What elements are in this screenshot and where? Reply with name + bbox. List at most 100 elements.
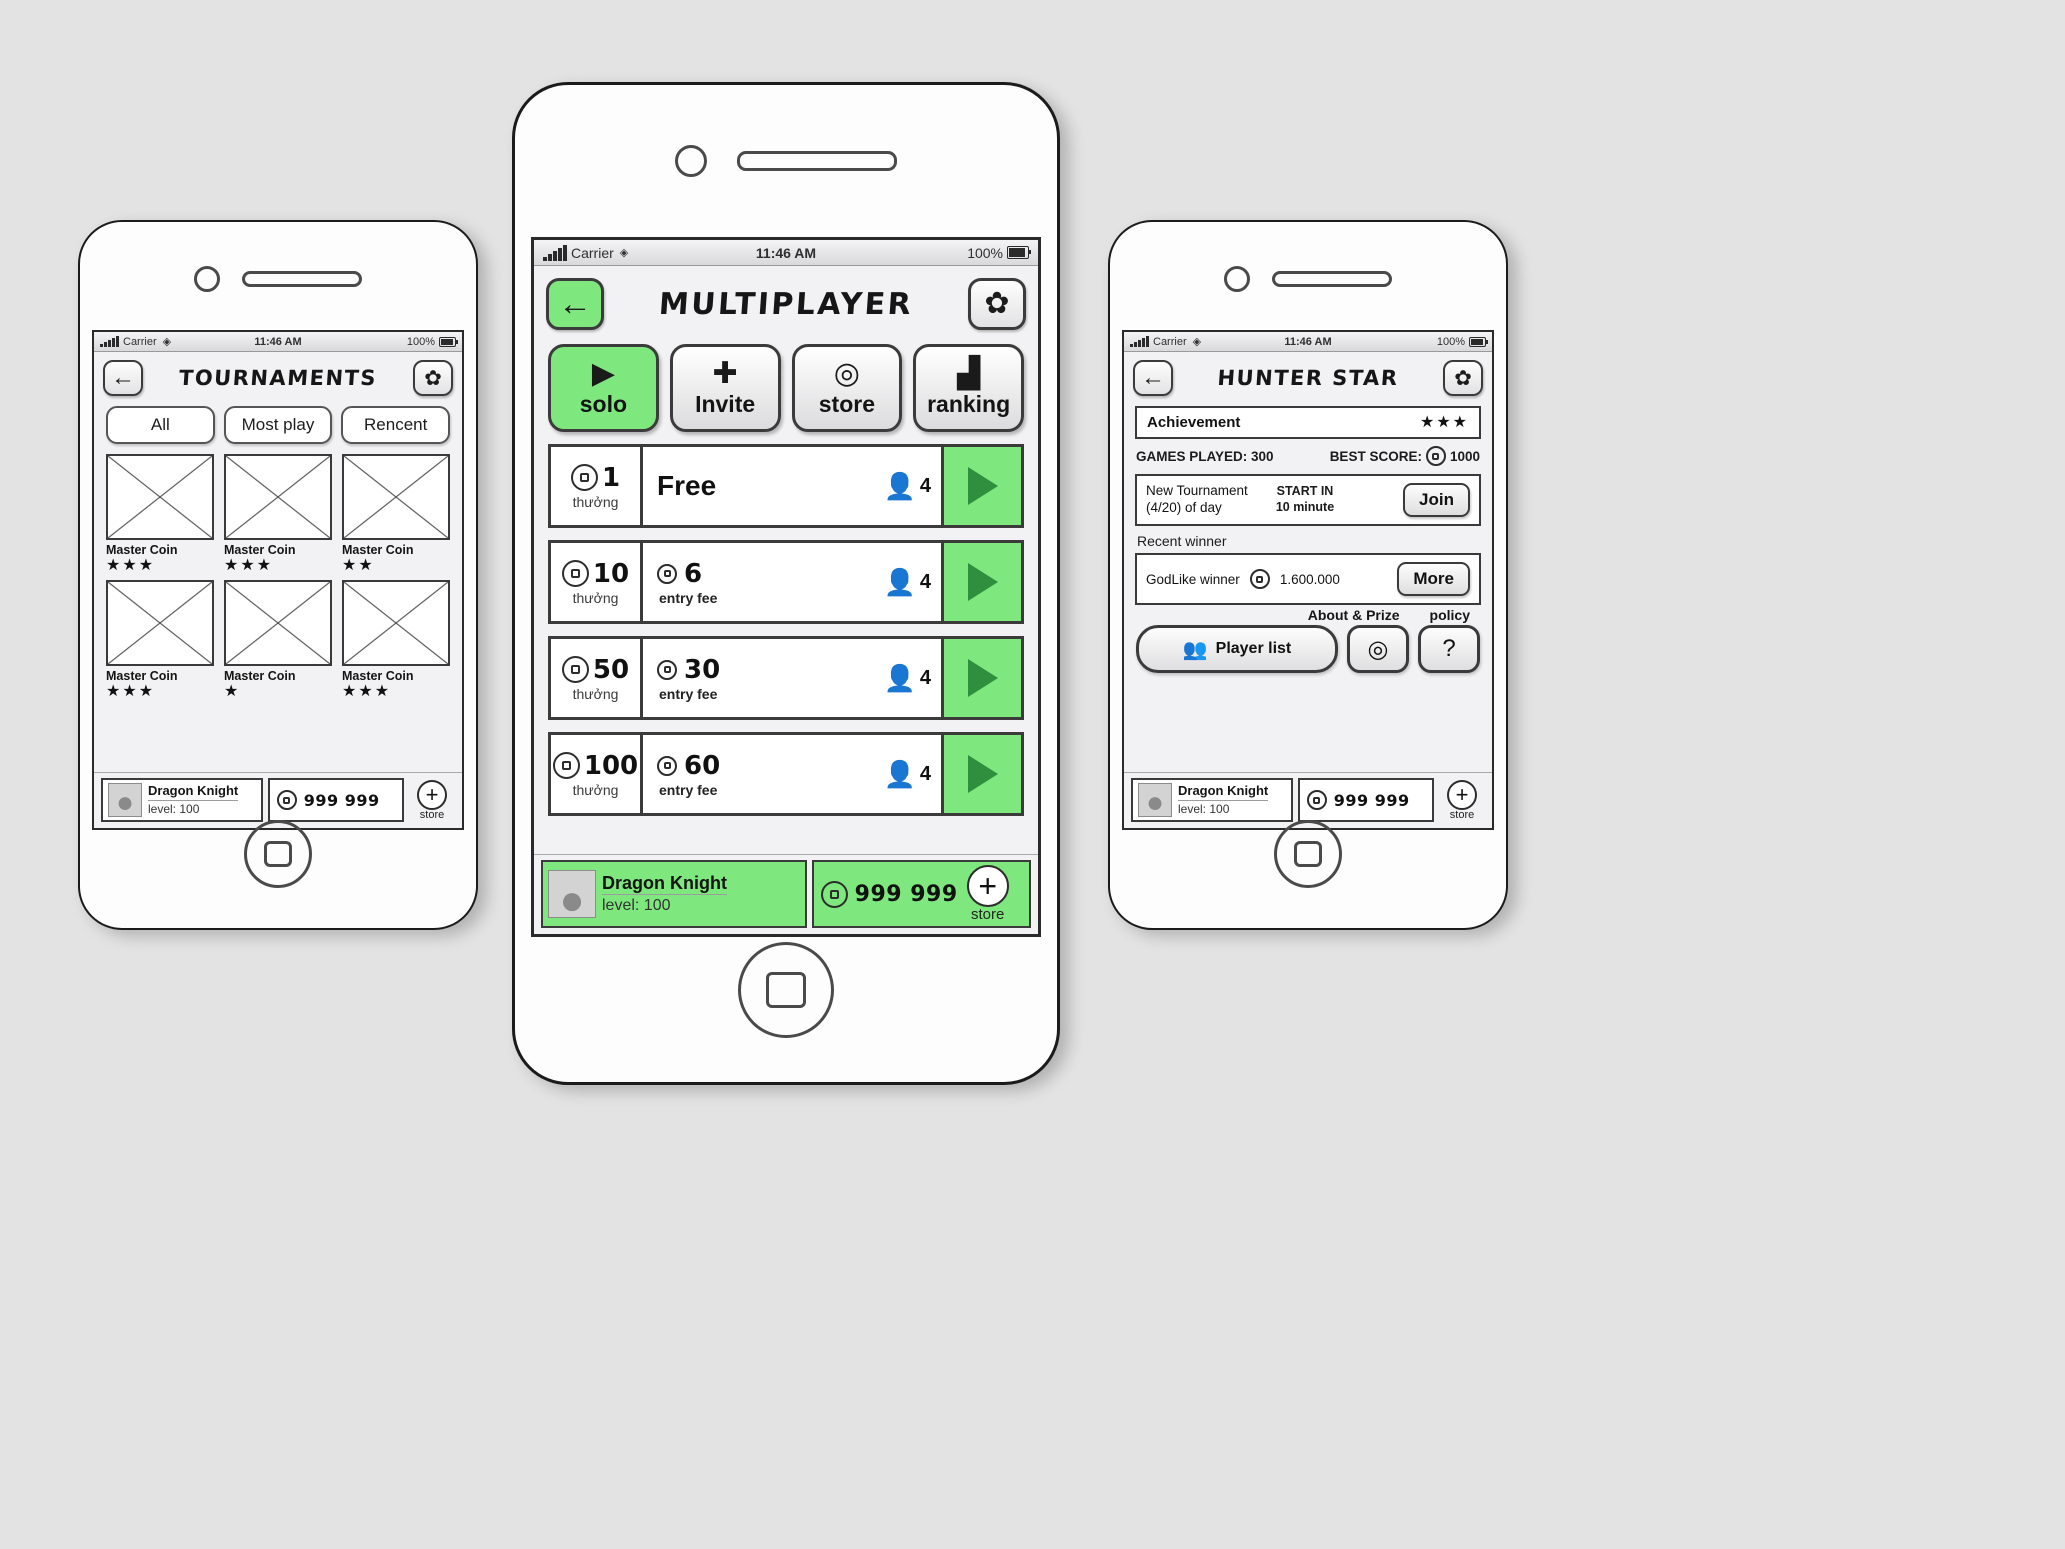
- battery-icon: [439, 336, 458, 347]
- back-button[interactable]: ←: [1133, 360, 1173, 396]
- tile-rating: ★★★: [224, 557, 274, 574]
- arrow-left-icon: ←: [1141, 364, 1165, 391]
- home-button[interactable]: [244, 820, 312, 888]
- grid-item[interactable]: Master Coin ★★★: [106, 580, 214, 700]
- policy-caption: policy: [1429, 607, 1470, 623]
- thumbnail-placeholder: [106, 454, 214, 540]
- player-count: 4: [919, 666, 931, 689]
- player-level: level: 100: [1178, 799, 1269, 817]
- grid-item[interactable]: Master Coin ★: [224, 580, 332, 700]
- join-button[interactable]: Join: [1403, 483, 1470, 517]
- coin-balance[interactable]: 999 999: [267, 778, 404, 822]
- winner-name: GodLike winner: [1146, 571, 1240, 587]
- status-bar: Carrier ◈ 11:46 AM 100%: [1124, 332, 1492, 352]
- tab-all[interactable]: All: [106, 406, 215, 444]
- player-profile[interactable]: ● Dragon Knight level: 100: [101, 778, 263, 822]
- back-button[interactable]: ←: [103, 360, 143, 396]
- store-label: store: [1449, 808, 1475, 821]
- home-square-icon: [1294, 841, 1322, 867]
- phone-center: Carrier ◈ 11:46 AM 100% ← MULTIPLAYER ✿: [512, 82, 1060, 1085]
- front-camera-icon: [194, 266, 220, 292]
- phone-right-screen: Carrier ◈ 11:46 AM 100% ← HUNTER STAR ✿ …: [1122, 330, 1494, 830]
- thumbnail-placeholder: [342, 454, 450, 540]
- home-square-icon: [264, 841, 292, 867]
- person-icon: 👤: [883, 471, 916, 501]
- tab-most-play[interactable]: Most play: [223, 406, 333, 444]
- store-button[interactable]: + store: [1439, 778, 1485, 822]
- thumbnail-placeholder: [224, 580, 332, 666]
- player-profile[interactable]: ● Dragon Knight level: 100: [1131, 778, 1293, 822]
- podium-icon: ▟: [957, 356, 981, 390]
- status-bar: Carrier ◈ 11:46 AM 100%: [94, 332, 462, 352]
- settings-button[interactable]: ✿: [413, 360, 453, 396]
- match-row[interactable]: 1 thưởng Free 👤 4: [548, 444, 1024, 528]
- player-profile[interactable]: ● Dragon Knight level: 100: [541, 860, 807, 928]
- ranking-button[interactable]: ▟ ranking: [913, 344, 1024, 432]
- grid-item[interactable]: Master Coin ★★★: [342, 580, 450, 700]
- play-button[interactable]: [941, 639, 1021, 717]
- player-bar: ● Dragon Knight level: 100 999 999 + sto…: [534, 854, 1038, 934]
- grid-item[interactable]: Master Coin ★★★: [106, 454, 214, 574]
- invite-button[interactable]: ✚ Invite: [669, 344, 781, 432]
- best-score-value: 1000: [1449, 448, 1480, 464]
- solo-label: solo: [579, 390, 628, 417]
- tournament-start-col: START IN 10 minute: [1276, 484, 1334, 515]
- achievement-row[interactable]: Achievement ★★★: [1135, 406, 1481, 439]
- mockup-stage: Carrier ◈ 11:46 AM 100% ← TOURNAMENTS ✿ …: [0, 0, 2065, 1549]
- match-row[interactable]: 10 thưởng 6 entry fee 👤 4: [548, 540, 1024, 624]
- tile-title: Master Coin: [106, 543, 178, 557]
- tile-title: Master Coin: [342, 543, 414, 557]
- home-button[interactable]: [738, 942, 834, 1038]
- play-button[interactable]: [941, 447, 1021, 525]
- entry-fee-label: entry fee: [659, 781, 718, 798]
- coin-balance[interactable]: 999 999: [1297, 778, 1434, 822]
- phone-center-screen: Carrier ◈ 11:46 AM 100% ← MULTIPLAYER ✿: [531, 237, 1041, 937]
- back-button[interactable]: ←: [546, 278, 604, 330]
- coin-icon: [561, 656, 589, 683]
- person-icon: 👤: [883, 663, 916, 693]
- battery-percent-label: 100%: [967, 244, 1003, 261]
- solo-button[interactable]: ▶ solo: [548, 344, 659, 432]
- play-button[interactable]: [941, 543, 1021, 621]
- tile-rating: ★★★: [342, 683, 392, 700]
- more-button[interactable]: More: [1397, 562, 1470, 596]
- player-list-button[interactable]: 👥 Player list: [1136, 625, 1338, 673]
- entry-fee-amount: 60: [684, 750, 721, 781]
- prize-label: thưởng: [572, 589, 619, 606]
- home-button[interactable]: [1274, 820, 1342, 888]
- status-right: 100%: [1437, 336, 1488, 348]
- front-camera-icon: [675, 145, 707, 177]
- store-button[interactable]: + store: [409, 778, 455, 822]
- store-label: store: [971, 906, 1005, 923]
- status-right: 100%: [407, 336, 458, 348]
- grid-item[interactable]: Master Coin ★★★: [224, 454, 332, 574]
- play-button[interactable]: [941, 735, 1021, 813]
- coin-icon: [1249, 569, 1270, 589]
- phone-center-speaker-row: [515, 145, 1057, 177]
- tab-rencent[interactable]: Rencent: [341, 406, 451, 444]
- coin-icon: [561, 560, 589, 587]
- tile-rating: ★★★: [106, 557, 156, 574]
- nav-bar: ← MULTIPLAYER ✿: [534, 266, 1038, 342]
- phone-left: Carrier ◈ 11:46 AM 100% ← TOURNAMENTS ✿ …: [78, 220, 478, 930]
- avatar: ●: [108, 783, 142, 817]
- recent-winner-label: Recent winner: [1137, 533, 1227, 549]
- people-icon: 👥: [1182, 638, 1208, 661]
- play-icon: [967, 755, 998, 793]
- store-button[interactable]: + store: [965, 865, 1011, 923]
- coin-balance[interactable]: 999 999 + store: [811, 860, 1031, 928]
- settings-button[interactable]: ✿: [968, 278, 1026, 330]
- about-prize-button[interactable]: ◎: [1347, 625, 1409, 673]
- match-row[interactable]: 50 thưởng 30 entry fee 👤 4: [548, 636, 1024, 720]
- play-icon: [967, 563, 998, 601]
- settings-button[interactable]: ✿: [1443, 360, 1483, 396]
- coin-icon: [820, 880, 848, 908]
- invite-label: Invite: [695, 390, 756, 417]
- gear-icon: ✿: [424, 366, 442, 390]
- page-title: TOURNAMENTS: [178, 366, 378, 390]
- policy-button[interactable]: ?: [1418, 625, 1480, 673]
- player-level: level: 100: [148, 799, 239, 817]
- match-row[interactable]: 100 thưởng 60 entry fee 👤 4: [548, 732, 1024, 816]
- store-button[interactable]: ◎ store: [791, 344, 903, 432]
- grid-item[interactable]: Master Coin ★★: [342, 454, 450, 574]
